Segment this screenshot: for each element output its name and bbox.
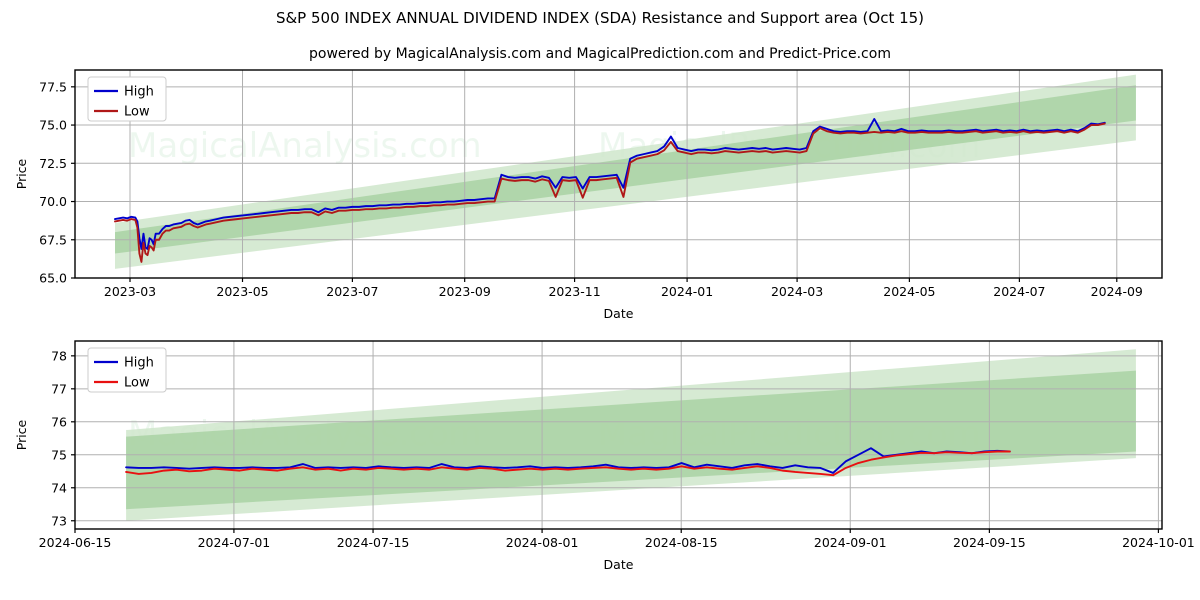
x-tick-label: 2023-11 [548, 284, 600, 299]
y-tick-label: 77 [51, 381, 67, 396]
x-tick-label: 2024-09-01 [814, 535, 887, 550]
legend-label-high: High [124, 85, 154, 100]
x-tick-label: 2024-08-01 [506, 535, 579, 550]
x-tick-label: 2024-03 [771, 284, 823, 299]
y-tick-label: 76 [51, 414, 67, 429]
upper-price-chart: MagicalAnalysis.comMagicalPrediction.com… [14, 69, 1200, 321]
y-tick-label: 73 [51, 513, 67, 528]
x-tick-label: 2023-07 [326, 284, 378, 299]
x-tick-label: 2024-08-15 [645, 535, 718, 550]
x-tick-label: 2024-07 [993, 284, 1045, 299]
y-tick-label: 77.5 [39, 79, 67, 94]
y-tick-label: 70.0 [39, 194, 67, 209]
lower-price-chart: MagicalAnalysis.comMagicalPrediction.com… [14, 340, 1195, 572]
x-axis-label: Date [604, 557, 634, 572]
x-tick-label: 2024-09-15 [953, 535, 1026, 550]
x-tick-label: 2024-10-01 [1122, 535, 1195, 550]
x-tick-label: 2024-07-15 [337, 535, 410, 550]
x-tick-label: 2023-05 [216, 284, 268, 299]
x-tick-label: 2023-03 [104, 284, 156, 299]
x-tick-label: 2024-05 [883, 284, 935, 299]
x-tick-label: 2024-07-01 [198, 535, 271, 550]
y-axis-label: Price [14, 419, 29, 450]
page-subtitle: powered by MagicalAnalysis.com and Magic… [309, 46, 891, 62]
x-tick-label: 2024-01 [661, 284, 713, 299]
x-tick-label: 2024-06-15 [39, 535, 112, 550]
chart-legend[interactable]: High Low [87, 76, 167, 122]
chart-page: S&P 500 INDEX ANNUAL DIVIDEND INDEX (SDA… [0, 0, 1200, 600]
legend-label-high: High [124, 356, 154, 371]
y-axis-label: Price [14, 158, 29, 189]
y-tick-label: 78 [51, 348, 67, 363]
y-tick-label: 74 [51, 480, 67, 495]
y-tick-label: 67.5 [39, 232, 67, 247]
legend-label-low: Low [124, 105, 150, 120]
chart-legend[interactable]: High Low [87, 347, 167, 393]
y-tick-label: 75.0 [39, 118, 67, 133]
legend-label-low: Low [124, 376, 150, 391]
watermark: MagicalAnalysis.com [128, 126, 482, 166]
x-axis-label: Date [604, 306, 634, 321]
page-title: S&P 500 INDEX ANNUAL DIVIDEND INDEX (SDA… [275, 9, 925, 27]
y-tick-label: 72.5 [39, 156, 67, 171]
y-tick-label: 65.0 [39, 271, 67, 286]
x-tick-label: 2024-09 [1091, 284, 1143, 299]
x-tick-label: 2023-09 [439, 284, 491, 299]
y-tick-label: 75 [51, 447, 67, 462]
